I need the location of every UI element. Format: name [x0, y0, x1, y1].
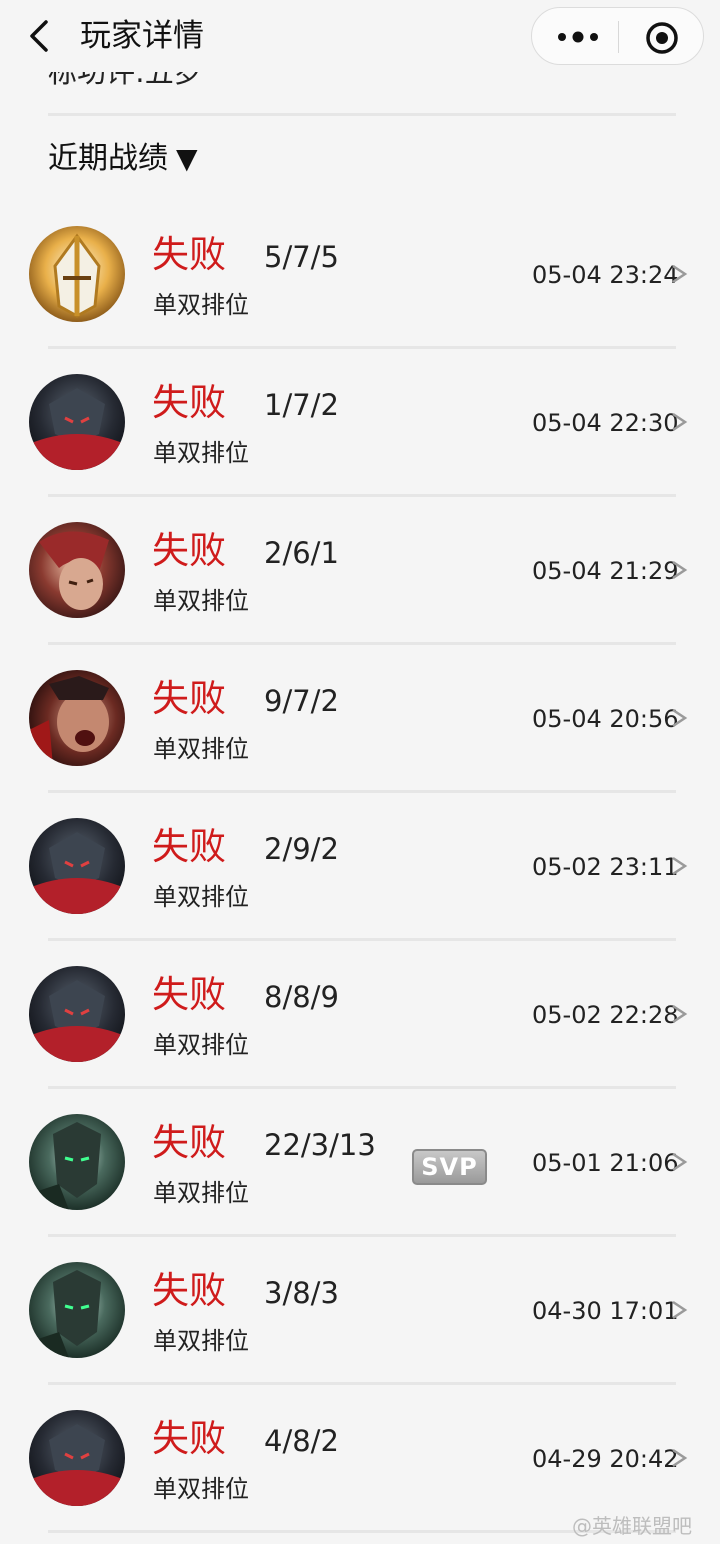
capsule-divider: [618, 21, 619, 53]
game-mode: 单双排位: [153, 1475, 249, 1503]
match-result: 失败: [152, 381, 226, 424]
divider: [48, 938, 676, 941]
champion-golden-helm-icon: [29, 226, 125, 322]
divider: [48, 1234, 676, 1237]
top-bar: 玩家详情: [0, 0, 720, 72]
kda-score: 8/8/9: [264, 980, 339, 1014]
match-time: 05-04 22:30: [532, 409, 679, 437]
game-mode: 单双排位: [153, 1327, 249, 1355]
kda-score: 4/8/2: [264, 1424, 339, 1458]
match-time: 05-02 23:11: [532, 853, 679, 881]
chevron-right-icon: [672, 560, 688, 580]
divider: [48, 1382, 676, 1385]
kda-score: 3/8/3: [264, 1276, 339, 1310]
game-mode: 单双排位: [153, 439, 249, 467]
recent-matches-toggle[interactable]: 近期战绩 ▼: [48, 138, 198, 180]
champion-dark-knight-icon: [29, 818, 125, 914]
match-time: 05-04 21:29: [532, 557, 679, 585]
match-result: 失败: [152, 1269, 226, 1312]
kda-score: 22/3/13: [264, 1128, 376, 1162]
match-time: 05-04 23:24: [532, 261, 679, 289]
watermark: @英雄联盟吧: [572, 1514, 692, 1538]
divider: [48, 642, 676, 645]
back-arrow-icon[interactable]: [26, 18, 54, 54]
match-result: 失败: [152, 1121, 226, 1164]
mini-program-capsule: [531, 7, 704, 65]
champion-green-armor-icon: [29, 1262, 125, 1358]
divider: [48, 1086, 676, 1089]
match-time: 04-29 20:42: [532, 1445, 679, 1473]
match-time: 04-30 17:01: [532, 1297, 679, 1325]
champion-red-hair-icon: [29, 522, 125, 618]
champion-dark-knight-icon: [29, 966, 125, 1062]
divider: [48, 790, 676, 793]
match-time: 05-04 20:56: [532, 705, 679, 733]
divider: [48, 113, 676, 116]
match-result: 失败: [152, 529, 226, 572]
more-options-icon[interactable]: [554, 25, 602, 49]
chevron-right-icon: [672, 856, 688, 876]
divider: [48, 494, 676, 497]
match-result: 失败: [152, 233, 226, 276]
close-target-icon[interactable]: [645, 21, 679, 55]
game-mode: 单双排位: [153, 883, 249, 911]
match-row[interactable]: 失败 5/7/5 单双排位 05-04 23:24: [0, 224, 720, 372]
divider: [48, 346, 676, 349]
kda-score: 5/7/5: [264, 240, 339, 274]
match-result: 失败: [152, 825, 226, 868]
chevron-right-icon: [672, 1448, 688, 1468]
game-mode: 单双排位: [153, 291, 249, 319]
match-row[interactable]: 失败 22/3/13 单双排位 SVP 05-01 21:06: [0, 1112, 720, 1260]
chevron-right-icon: [672, 264, 688, 284]
svp-badge: SVP: [412, 1149, 487, 1185]
kda-score: 2/6/1: [264, 536, 339, 570]
chevron-right-icon: [672, 412, 688, 432]
match-row[interactable]: 失败 1/7/2 单双排位 05-04 22:30: [0, 372, 720, 520]
game-mode: 单双排位: [153, 1179, 249, 1207]
champion-warrior-shout-icon: [29, 670, 125, 766]
chevron-right-icon: [672, 1152, 688, 1172]
champion-dark-knight-icon: [29, 1410, 125, 1506]
game-mode: 单双排位: [153, 1031, 249, 1059]
chevron-right-icon: [672, 1300, 688, 1320]
match-time: 05-02 22:28: [532, 1001, 679, 1029]
match-row[interactable]: 失败 8/8/9 单双排位 05-02 22:28: [0, 964, 720, 1112]
match-row[interactable]: 失败 2/6/1 单双排位 05-04 21:29: [0, 520, 720, 668]
match-row[interactable]: 失败 2/9/2 单双排位 05-02 23:11: [0, 816, 720, 964]
kda-score: 9/7/2: [264, 684, 339, 718]
match-row[interactable]: 失败 3/8/3 单双排位 04-30 17:01: [0, 1260, 720, 1408]
game-mode: 单双排位: [153, 587, 249, 615]
chevron-right-icon: [672, 1004, 688, 1024]
chevron-right-icon: [672, 708, 688, 728]
champion-dark-knight-icon: [29, 374, 125, 470]
kda-score: 1/7/2: [264, 388, 339, 422]
kda-score: 2/9/2: [264, 832, 339, 866]
match-result: 失败: [152, 677, 226, 720]
page-title: 玩家详情: [80, 18, 204, 54]
section-title: 近期战绩: [48, 141, 168, 176]
match-time: 05-01 21:06: [532, 1149, 679, 1177]
match-row[interactable]: 失败 9/7/2 单双排位 05-04 20:56: [0, 668, 720, 816]
champion-green-armor-icon: [29, 1114, 125, 1210]
match-result: 失败: [152, 1417, 226, 1460]
triangle-down-icon: ▼: [176, 142, 198, 175]
match-result: 失败: [152, 973, 226, 1016]
game-mode: 单双排位: [153, 735, 249, 763]
